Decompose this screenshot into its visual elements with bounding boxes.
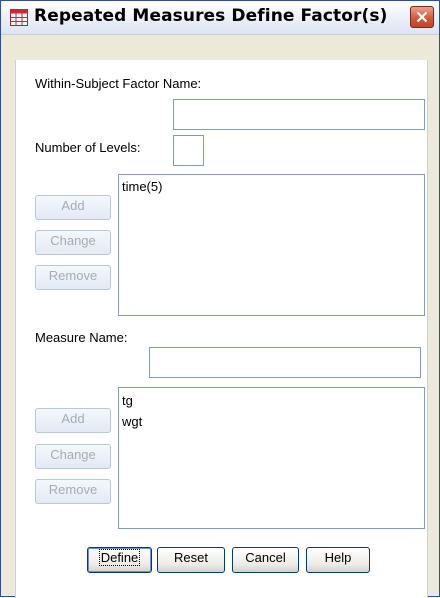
factor-name-input[interactable] (173, 99, 425, 130)
close-button[interactable] (410, 6, 434, 28)
measure-list[interactable]: tg wgt (118, 387, 425, 529)
measure-add-button[interactable]: Add (35, 408, 111, 433)
title-bar[interactable]: Repeated Measures Define Factor(s) (1, 1, 439, 35)
measure-change-button[interactable]: Change (35, 444, 111, 469)
factor-list[interactable]: time(5) (118, 174, 425, 316)
reset-button[interactable]: Reset (157, 547, 225, 573)
help-button[interactable]: Help (306, 547, 370, 573)
data-grid-icon (10, 9, 28, 26)
list-item[interactable]: tg (119, 392, 424, 409)
factor-remove-button[interactable]: Remove (35, 265, 111, 290)
measure-name-input[interactable] (149, 347, 421, 378)
factor-name-label: Within-Subject Factor Name: (35, 76, 202, 91)
list-item[interactable]: time(5) (119, 178, 424, 195)
measure-remove-button[interactable]: Remove (35, 479, 111, 504)
factor-change-button[interactable]: Change (35, 230, 111, 255)
number-of-levels-input[interactable] (173, 135, 204, 166)
measure-name-label: Measure Name: (35, 330, 128, 345)
close-icon (416, 11, 428, 23)
define-factors-dialog: Repeated Measures Define Factor(s) Withi… (0, 0, 440, 598)
number-of-levels-label: Number of Levels: (35, 140, 141, 155)
define-button-label: Define (98, 549, 141, 566)
window-title: Repeated Measures Define Factor(s) (34, 6, 388, 26)
cancel-button[interactable]: Cancel (232, 547, 299, 573)
define-button[interactable]: Define (87, 547, 152, 573)
factor-add-button[interactable]: Add (35, 195, 111, 220)
list-item[interactable]: wgt (119, 413, 424, 430)
